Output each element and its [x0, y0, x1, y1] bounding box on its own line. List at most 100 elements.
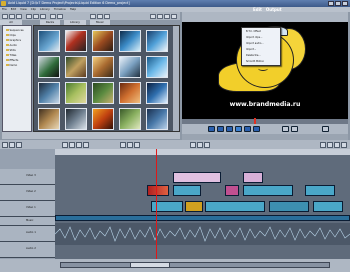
tool-button[interactable] [57, 13, 63, 19]
clip-thumbnail[interactable] [146, 108, 168, 130]
clip-thumbnail[interactable] [119, 30, 141, 52]
mark-out-button[interactable] [291, 126, 298, 132]
context-menu-item[interactable]: Smooth Motion [246, 60, 264, 63]
timeline-zoom-scrollbar[interactable] [60, 262, 330, 268]
tree-item[interactable]: Graphics [6, 39, 21, 42]
clip-thumbnail[interactable] [146, 56, 168, 78]
tree-item[interactable]: Audio [6, 44, 17, 47]
rewind-button[interactable] [208, 126, 215, 132]
timeline-clip[interactable] [205, 201, 265, 212]
fast-forward-button[interactable] [253, 126, 260, 132]
clip-thumbnail[interactable] [38, 30, 60, 52]
clip-thumbnail[interactable] [65, 108, 87, 130]
timeline-clip[interactable] [173, 185, 201, 196]
timeline-tool-button[interactable] [127, 141, 133, 148]
preview-monitor[interactable]: www.brandmedia.ru B.T.C. Offset Import c… [182, 22, 348, 119]
clip-thumbnail[interactable] [92, 108, 114, 130]
clip-thumbnail[interactable] [119, 82, 141, 104]
clip-thumbnail[interactable] [146, 30, 168, 52]
tool-button[interactable] [90, 13, 96, 19]
timeline-clip[interactable] [313, 201, 343, 212]
tree-item[interactable]: Sequences [6, 29, 24, 32]
timeline-tool-button[interactable] [62, 141, 68, 148]
clip-thumbnail[interactable] [65, 56, 87, 78]
timeline-tool-button[interactable] [76, 141, 82, 148]
timeline-tool-button[interactable] [69, 141, 75, 148]
audio-waveform[interactable] [55, 223, 350, 245]
mark-in-button[interactable] [282, 126, 289, 132]
clip-thumbnail[interactable] [38, 82, 60, 104]
timeline-tool-button[interactable] [334, 141, 340, 148]
timeline-tool-button[interactable] [120, 141, 126, 148]
grid-scrollbar[interactable] [173, 26, 179, 131]
tool-button[interactable] [26, 13, 32, 19]
maximize-button[interactable] [335, 1, 341, 6]
clip-thumbnail[interactable] [38, 56, 60, 78]
tree-item[interactable]: Effects [6, 59, 18, 62]
clip-thumbnail[interactable] [119, 108, 141, 130]
tool-button[interactable] [171, 13, 177, 19]
timeline-clip[interactable] [225, 185, 239, 196]
step-forward-button[interactable] [244, 126, 251, 132]
tool-button[interactable] [97, 13, 103, 19]
tool-button[interactable] [157, 13, 163, 19]
timeline-tool-button[interactable] [197, 141, 203, 148]
clip-thumbnail[interactable] [92, 82, 114, 104]
timeline-tool-button[interactable] [320, 141, 326, 148]
close-button[interactable] [342, 1, 348, 6]
tree-item[interactable]: Titles [6, 54, 16, 57]
tool-button[interactable] [9, 13, 15, 19]
track-header-video-3[interactable]: Video 3 [0, 169, 55, 185]
playhead[interactable] [156, 149, 157, 259]
timeline-tool-button[interactable] [327, 141, 333, 148]
tool-button[interactable] [16, 13, 22, 19]
tree-item[interactable]: Stills [6, 49, 16, 52]
timeline-clip[interactable] [185, 201, 203, 212]
track-header-audio-2[interactable]: Audio 2 [0, 242, 55, 258]
timeline-tool-button[interactable] [9, 141, 15, 148]
tree-item[interactable]: Clips [6, 34, 16, 37]
play-button[interactable] [235, 126, 242, 132]
track-header-video-2[interactable]: Video 2 [0, 185, 55, 201]
tree-item[interactable]: Demo [6, 64, 17, 67]
track-header-video-1[interactable]: Video 1 [0, 201, 55, 217]
timeline-tool-button[interactable] [190, 141, 196, 148]
context-menu-item[interactable]: Import clips... [246, 36, 262, 39]
timeline-tool-button[interactable] [134, 141, 140, 148]
track-header-audio-1[interactable]: Audio 1 [0, 226, 55, 242]
tool-button[interactable] [104, 13, 110, 19]
tool-button[interactable] [33, 13, 39, 19]
context-menu-item[interactable]: Delete tile... [246, 54, 261, 57]
tool-button[interactable] [50, 13, 56, 19]
loop-button[interactable] [322, 126, 329, 132]
timeline-tool-button[interactable] [16, 141, 22, 148]
clip-thumbnail[interactable] [65, 30, 87, 52]
tool-button[interactable] [150, 13, 156, 19]
timeline-clip[interactable] [269, 201, 309, 212]
clip-thumbnail[interactable] [146, 82, 168, 104]
clip-thumbnail[interactable] [38, 108, 60, 130]
tool-button[interactable] [40, 13, 46, 19]
stop-button[interactable] [226, 126, 233, 132]
timeline-clip[interactable] [243, 172, 263, 183]
timeline-clip[interactable] [173, 172, 221, 183]
music-track-clip[interactable] [55, 215, 350, 221]
tool-button[interactable] [2, 13, 8, 19]
clip-thumbnail[interactable] [92, 56, 114, 78]
minimize-button[interactable] [328, 1, 334, 6]
context-menu-item[interactable]: Import... [246, 48, 256, 51]
track-header-music[interactable]: Music [0, 217, 55, 226]
timeline-clip[interactable] [147, 185, 169, 196]
timeline-tool-button[interactable] [341, 141, 347, 148]
timeline-tool-button[interactable] [83, 141, 89, 148]
timeline-clip[interactable] [305, 185, 335, 196]
clip-thumbnail[interactable] [92, 30, 114, 52]
timeline-tool-button[interactable] [2, 141, 8, 148]
timeline-clip[interactable] [243, 185, 293, 196]
tool-button[interactable] [164, 13, 170, 19]
timeline-zoom-thumb[interactable] [130, 262, 170, 268]
clip-thumbnail[interactable] [119, 56, 141, 78]
context-menu-item[interactable]: Import audio... [246, 42, 264, 45]
clip-thumbnail[interactable] [65, 82, 87, 104]
timeline-tool-button[interactable] [204, 141, 210, 148]
